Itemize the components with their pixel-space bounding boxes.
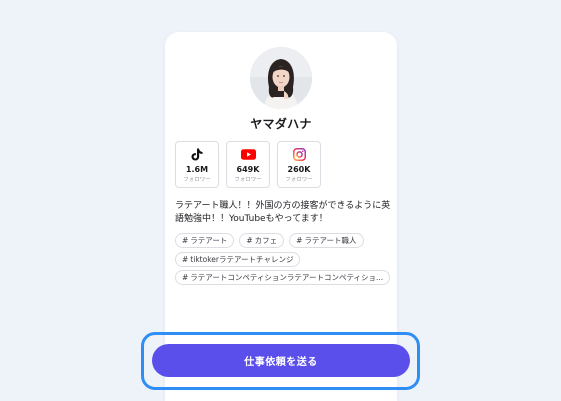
avatar xyxy=(250,47,312,109)
stats-row: 1.6M フォロワー 649K フォロワー 260K フォロワー xyxy=(175,141,321,188)
hash-icon: # xyxy=(296,236,303,245)
tag-chip[interactable]: # ラテアートコンペティションラテアートコンペティショ... xyxy=(175,270,391,285)
tag-chip[interactable]: # tiktokerラテアートチャレンジ xyxy=(175,251,301,267)
stat-value: 260K xyxy=(287,165,311,174)
stat-label: フォロワー xyxy=(285,177,313,183)
profile-name: ヤマダハナ xyxy=(250,117,312,131)
tag-label: tiktokerラテアートチャレンジ xyxy=(190,254,294,264)
hash-icon: # xyxy=(182,273,189,282)
stat-value: 649K xyxy=(236,165,260,174)
stat-label: フォロワー xyxy=(183,177,211,183)
stat-instagram[interactable]: 260K フォロワー xyxy=(277,141,321,188)
stat-youtube[interactable]: 649K フォロワー xyxy=(226,141,270,188)
tag-list: # ラテアート # カフェ # ラテアート職人 # tiktokerラテアートチ… xyxy=(175,233,391,285)
send-request-button[interactable]: 仕事依頼を送る xyxy=(152,344,410,377)
hash-icon: # xyxy=(182,254,189,264)
tag-chip[interactable]: # ラテアート職人 xyxy=(289,233,364,248)
profile-bio: ラテアート職人！！外国の方の接客ができるように英語勉強中！！YouTubeもやっ… xyxy=(175,201,391,224)
stat-value: 1.6M xyxy=(185,165,209,174)
tag-label: ラテアート職人 xyxy=(304,236,357,245)
tag-label: ラテアート xyxy=(190,236,228,245)
stat-label: フォロワー xyxy=(234,177,262,183)
hash-icon: # xyxy=(182,236,189,245)
tag-chip[interactable]: # ラテアート xyxy=(175,233,235,248)
instagram-icon xyxy=(292,147,306,161)
tag-label: ラテアートコンペティションラテアートコンペティショ... xyxy=(190,273,384,282)
youtube-icon xyxy=(240,147,256,161)
tiktok-icon xyxy=(191,147,203,161)
tag-label: カフェ xyxy=(254,236,278,245)
tag-chip[interactable]: # カフェ xyxy=(239,233,285,248)
hash-icon: # xyxy=(246,236,253,245)
stat-tiktok[interactable]: 1.6M フォロワー xyxy=(175,141,219,188)
